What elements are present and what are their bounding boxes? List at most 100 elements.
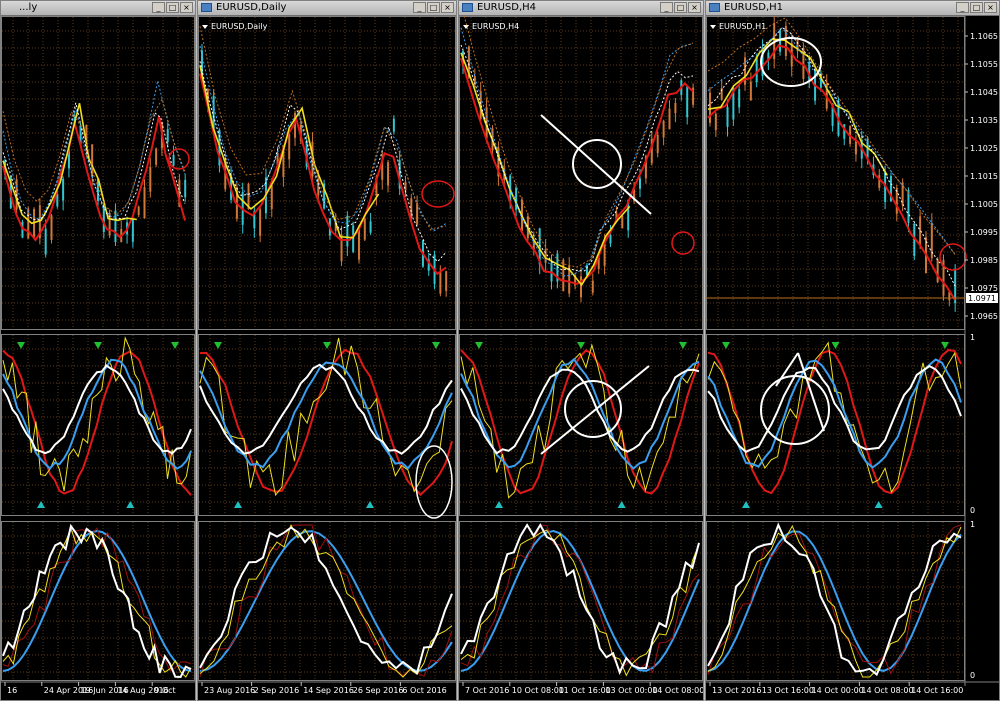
candle-body [656, 134, 659, 153]
signal-arrow-down-icon [432, 342, 440, 349]
signal-arrow-down-icon [214, 342, 222, 349]
chart-window-2[interactable]: EURUSD,Daily _ □ × EURUSD,Daily 23 Aug 20… [197, 0, 457, 701]
window-title-bar[interactable]: EURUSD,H4 _ □ × [459, 1, 703, 16]
trend-line [540, 114, 652, 215]
candle-body [363, 218, 366, 240]
chart-menu-icon [710, 25, 716, 29]
candle-body [738, 89, 741, 108]
price-ma-red [460, 57, 694, 285]
candle-body [779, 30, 782, 52]
signal-arrow-down-icon [577, 342, 585, 349]
close-icon[interactable]: × [984, 2, 997, 13]
price-ma-yellow [707, 38, 888, 176]
signal-arrow-up-icon [617, 501, 626, 508]
chart-window-1[interactable]: ...ly _ □ × 16 24 Apr 2016 19 Jun 2016 14 A… [0, 0, 196, 701]
price-axis-label: 1.1025 [970, 144, 998, 153]
date-axis-label: 16 [7, 686, 17, 695]
candle-body [270, 185, 273, 209]
window-title-bar[interactable]: EURUSD,Daily _ □ × [198, 1, 456, 16]
indicator-axis-label: 1 [970, 520, 975, 529]
date-axis-label: 13 Oct 00:00 [605, 686, 657, 695]
candle-body [56, 194, 59, 207]
indicator-axis-label: 1 [970, 333, 975, 342]
date-axis-label: 14 Sep 2016 [303, 686, 354, 695]
stoch-line-blue [460, 529, 700, 672]
candle-body [621, 215, 624, 229]
chart-symbol-label: EURUSD,H4 [472, 22, 519, 31]
candle-body [709, 92, 711, 123]
candle-body [445, 271, 448, 292]
candle-body [416, 203, 419, 225]
price-axis-label: 1.0965 [970, 312, 998, 321]
close-icon[interactable]: × [180, 2, 193, 13]
minimize-icon[interactable]: _ [956, 2, 969, 13]
chart-symbol-label: EURUSD,Daily [211, 22, 268, 31]
indicator-axis-label: 0 [970, 506, 975, 515]
chart-window-3[interactable]: EURUSD,H4 _ □ × EURUSD,H4 7 Oct 2016 10 Oc… [458, 0, 704, 701]
candle-body [114, 210, 117, 242]
trend-line [775, 352, 799, 387]
current-price-label: 1.0971 [968, 294, 996, 303]
chart-menu-icon [202, 25, 208, 29]
date-axis-label: 13 Oct 2016 [712, 686, 761, 695]
stoch-line-blue [707, 530, 962, 672]
stoch-line-yellow [707, 524, 962, 678]
oscillator-line-red [199, 348, 453, 497]
window-title: EURUSD,Daily [216, 2, 287, 13]
stoch-line-yellow [460, 529, 700, 677]
minimize-icon[interactable]: _ [660, 2, 673, 13]
candle-body [936, 259, 939, 283]
date-axis-label: 26 Sep 2016 [353, 686, 404, 695]
close-icon[interactable]: × [688, 2, 701, 13]
candle-body [131, 219, 134, 242]
annotation-circle [168, 148, 190, 170]
candle-body [44, 228, 47, 255]
close-icon[interactable]: × [441, 2, 454, 13]
window-title-bar[interactable]: EURUSD,H1 _ □ × [706, 1, 999, 16]
candle-body [639, 178, 641, 189]
chart-window-4[interactable]: EURUSD,H1 _ □ × EURUSD,H1 1.1065 1.1055 1.1… [705, 0, 1000, 701]
maximize-icon[interactable]: □ [427, 2, 440, 13]
minimize-icon[interactable]: _ [152, 2, 165, 13]
candle-body [674, 103, 677, 114]
candle-body [749, 81, 752, 101]
pane-border [706, 334, 965, 516]
date-axis-label: 6 Oct 2016 [402, 686, 446, 695]
pane-border [1, 16, 195, 330]
date-axis-label: 14 Oct 08:00 [861, 686, 913, 695]
pane-border [1, 334, 195, 516]
maximize-icon[interactable]: □ [970, 2, 983, 13]
candle-body [346, 215, 349, 247]
maximize-icon[interactable]: □ [166, 2, 179, 13]
candle-body [726, 107, 729, 127]
chart-area[interactable]: EURUSD,H4 7 Oct 2016 10 Oct 08:0011 Oct 16… [459, 16, 703, 701]
stoch-line-dark_red [707, 524, 962, 675]
candle-body [184, 179, 187, 198]
candle-body [166, 129, 169, 142]
maximize-icon[interactable]: □ [674, 2, 687, 13]
candle-body [404, 181, 407, 191]
candle-body [172, 155, 175, 166]
price-axis-label: 1.0975 [970, 284, 998, 293]
candle-body [259, 209, 262, 236]
chart-area[interactable]: EURUSD,H1 1.1065 1.1055 1.1045 1.1035 1.1025 1… [706, 16, 999, 701]
date-axis-label: 9 Oct [154, 686, 175, 695]
date-axis-label: 14 Oct 08:00 [652, 686, 703, 695]
chart-symbol-label: EURUSD,H1 [719, 22, 766, 31]
price-axis-label: 1.1045 [970, 88, 998, 97]
chart-window-icon [462, 3, 473, 12]
price-axis-label: 1.1065 [970, 32, 998, 41]
candle-body [352, 225, 355, 252]
chart-area[interactable]: EURUSD,Daily 23 Aug 20162 Sep 2016 14 Sep … [198, 16, 456, 701]
date-axis-label: 13 Oct 16:00 [762, 686, 814, 695]
window-title-bar[interactable]: ...ly _ □ × [1, 1, 195, 16]
candle-body [714, 113, 717, 131]
candle-body [662, 120, 665, 138]
candle-body [143, 187, 146, 219]
candle-body [609, 234, 612, 244]
candle-body [686, 86, 689, 118]
minimize-icon[interactable]: _ [413, 2, 426, 13]
candle-body [288, 133, 291, 160]
annotation-circle [421, 180, 455, 208]
chart-area[interactable]: 16 24 Apr 201619 Jun 201614 Aug 20169 Oct [1, 16, 195, 701]
